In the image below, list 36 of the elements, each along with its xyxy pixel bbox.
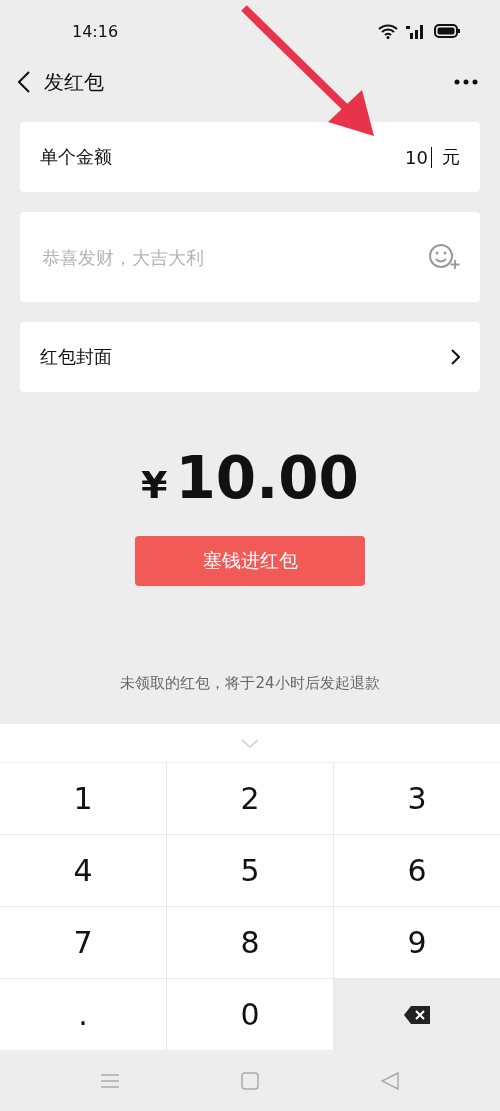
emoji-icon[interactable]: [428, 243, 460, 271]
digit-key[interactable]: .: [0, 979, 166, 1050]
cover-row[interactable]: 红包封面: [20, 322, 480, 392]
more-icon[interactable]: [454, 79, 478, 85]
amount-field[interactable]: 单个金额 10 元: [20, 122, 480, 192]
refund-notice: 未领取的红包，将于24小时后发起退款: [120, 674, 380, 693]
digit-key[interactable]: 7: [0, 907, 166, 978]
battery-icon: [434, 24, 460, 38]
home-icon[interactable]: [241, 1071, 259, 1090]
backspace-icon: [404, 1005, 430, 1024]
page-title: 发红包: [44, 68, 105, 96]
digit-key[interactable]: 4: [0, 835, 166, 906]
back-triangle-icon[interactable]: [381, 1071, 399, 1090]
status-time: 14:16: [72, 21, 119, 41]
menu-icon[interactable]: [101, 1072, 119, 1089]
amount-label: 单个金额: [40, 145, 113, 169]
digit-key[interactable]: 9: [334, 907, 500, 978]
digit-key[interactable]: 5: [167, 835, 333, 906]
signal-icon: [406, 23, 426, 39]
digit-key[interactable]: 0: [167, 979, 333, 1050]
greeting-field[interactable]: 恭喜发财，大吉大利: [40, 245, 428, 269]
digit-key[interactable]: 6: [334, 835, 500, 906]
cover-label: 红包封面: [40, 345, 113, 369]
unit-label: 元: [442, 145, 460, 169]
delete-key[interactable]: [334, 979, 500, 1050]
chevron-right-icon: [451, 349, 460, 365]
back-icon[interactable]: [18, 71, 30, 93]
amount-value: 10: [405, 146, 432, 168]
currency-sign: ¥: [141, 463, 168, 507]
wifi-icon: [378, 23, 398, 39]
total-amount: 10.00: [175, 444, 359, 512]
digit-key[interactable]: 8: [167, 907, 333, 978]
digit-key[interactable]: 2: [167, 763, 333, 834]
digit-key[interactable]: 3: [334, 763, 500, 834]
collapse-icon[interactable]: [241, 738, 259, 748]
digit-key[interactable]: 1: [0, 763, 166, 834]
